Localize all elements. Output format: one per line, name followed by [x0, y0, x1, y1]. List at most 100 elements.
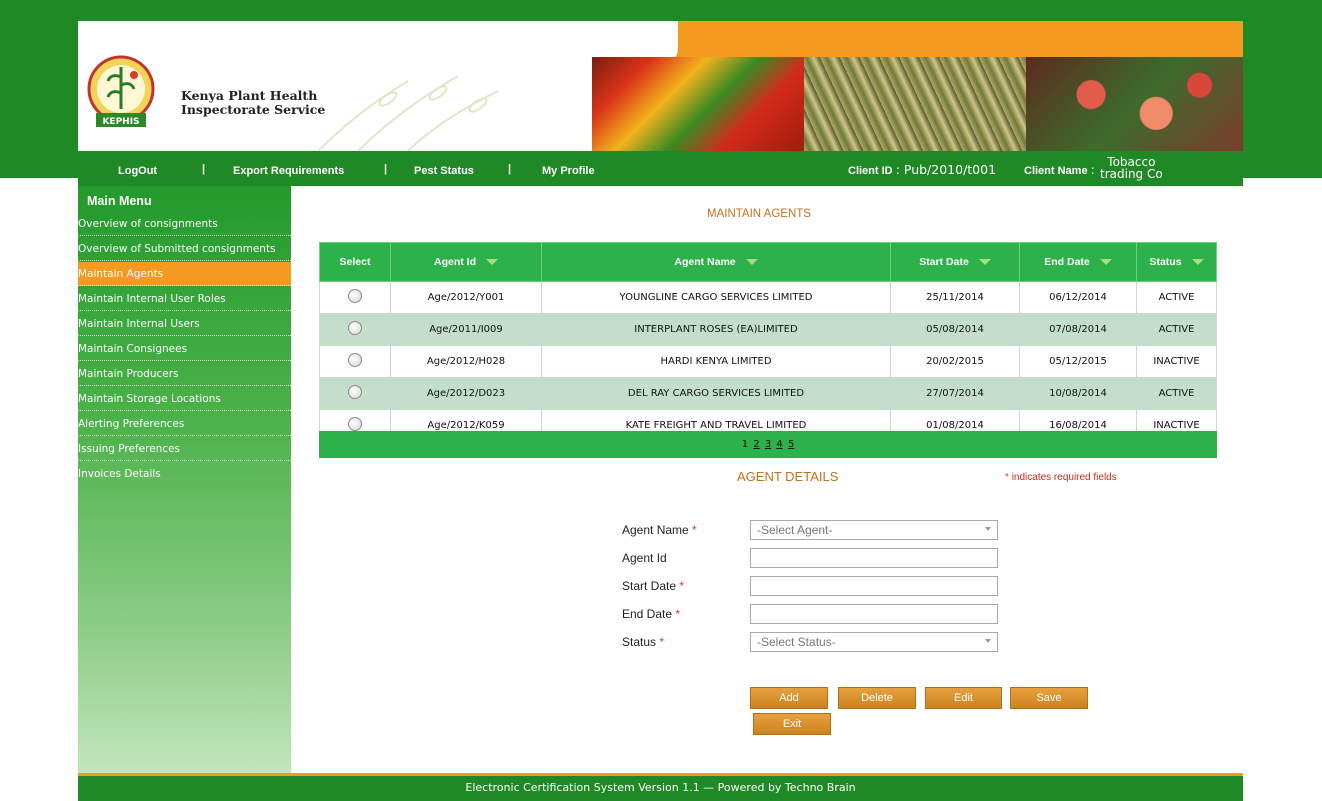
client-name-value: Tobacco trading Co [1100, 156, 1163, 180]
sidebar-item-consignees[interactable]: Maintain Consignees [78, 337, 291, 361]
row-select-radio[interactable] [348, 289, 362, 303]
agent-name-select[interactable]: -Select Agent- [750, 520, 998, 540]
start-date-field[interactable] [750, 576, 998, 596]
table-row[interactable]: Age/2011/I009 INTERPLANT ROSES (EA)LIMIT… [319, 313, 1217, 346]
top-nav: LogOut | Export Requirements | Pest Stat… [78, 151, 1243, 186]
wheat-watermark-icon [317, 75, 499, 151]
client-name-colon: : [1090, 162, 1095, 177]
required-note-text: indicates required fields [1011, 472, 1117, 483]
sort-arrow-icon [486, 259, 498, 266]
col-header-status[interactable]: Status [1136, 242, 1217, 282]
row-select-radio[interactable] [348, 385, 362, 399]
required-fields-note: * indicates required fields [1005, 472, 1117, 483]
nav-separator: | [384, 163, 388, 175]
col-header-select: Select [319, 242, 391, 282]
kephis-logo-icon: KEPHIS [87, 55, 155, 127]
client-id-value: : Pub/2010/t001 [895, 162, 997, 177]
table-row[interactable]: Age/2012/Y001 YOUNGLINE CARGO SERVICES L… [319, 281, 1217, 314]
end-date-cell: 05/12/2015 [1019, 345, 1137, 378]
dropdown-arrow-icon [985, 527, 991, 531]
status-cell: ACTIVE [1136, 281, 1217, 314]
sidebar-item-overview-submitted[interactable]: Overview of Submitted consignments [78, 237, 291, 261]
sidebar-item-maintain-agents[interactable]: Maintain Agents [78, 262, 291, 286]
row-select-cell [319, 313, 391, 346]
nav-export-requirements[interactable]: Export Requirements [233, 165, 344, 177]
agent-name-cell: YOUNGLINE CARGO SERVICES LIMITED [541, 281, 891, 314]
sort-arrow-icon [745, 259, 758, 266]
header-banner: KEPHIS Kenya Plant Health Inspectorate S… [78, 21, 1243, 151]
row-select-radio[interactable] [348, 353, 362, 367]
col-header-end-date[interactable]: End Date [1019, 242, 1137, 282]
sidebar-item-internal-users[interactable]: Maintain Internal Users [78, 312, 291, 336]
organization-name: Kenya Plant Health Inspectorate Service [181, 89, 325, 117]
agent-name-label: Agent Name * [622, 523, 697, 537]
col-header-end-date-label: End Date [1044, 256, 1090, 268]
edit-button[interactable]: Edit [925, 687, 1002, 709]
page-title: MAINTAIN AGENTS [707, 208, 811, 220]
nav-my-profile[interactable]: My Profile [542, 165, 595, 177]
required-star: * [659, 635, 665, 649]
start-date-cell: 20/02/2015 [890, 345, 1020, 378]
required-star: * [1005, 472, 1009, 483]
client-name-label-wrap: Client Name : [1024, 162, 1095, 177]
svg-text:KEPHIS: KEPHIS [102, 117, 139, 127]
delete-button[interactable]: Delete [838, 687, 916, 709]
agent-id-cell: Age/2011/I009 [390, 313, 542, 346]
page-link-2[interactable]: 2 [753, 439, 759, 450]
col-header-start-date[interactable]: Start Date [890, 242, 1020, 282]
add-button[interactable]: Add [750, 687, 828, 709]
client-id: Client ID : Pub/2010/t001 [848, 162, 996, 177]
nav-separator: | [508, 163, 512, 175]
page-link-1[interactable]: 1 [742, 439, 748, 450]
status-select[interactable]: -Select Status- [750, 632, 998, 652]
save-button[interactable]: Save [1010, 687, 1088, 709]
required-star: * [679, 579, 685, 593]
org-name-line2: Inspectorate Service [181, 102, 326, 117]
sort-arrow-icon [1191, 259, 1204, 266]
row-select-cell [319, 345, 391, 378]
sidebar-item-overview-consignments[interactable]: Overview of consignments [78, 212, 291, 236]
end-date-field[interactable] [750, 604, 998, 624]
page-link-3[interactable]: 3 [765, 439, 771, 450]
pagination: 1 2 3 4 5 [319, 431, 1217, 458]
row-select-radio[interactable] [348, 321, 362, 335]
start-date-cell: 25/11/2014 [890, 281, 1020, 314]
sort-arrow-icon [978, 259, 991, 266]
wheat-photo [804, 57, 1026, 151]
end-date-cell: 07/08/2014 [1019, 313, 1137, 346]
page-link-4[interactable]: 4 [776, 439, 782, 450]
nav-logout[interactable]: LogOut [118, 165, 157, 177]
agent-details-title: AGENT DETAILS [737, 469, 839, 484]
sidebar-item-internal-user-roles[interactable]: Maintain Internal User Roles [78, 287, 291, 311]
flowers-photo [1026, 57, 1243, 151]
agent-name-cell: DEL RAY CARGO SERVICES LIMITED [541, 377, 891, 410]
end-date-label: End Date * [622, 607, 680, 621]
sidebar-item-producers[interactable]: Maintain Producers [78, 362, 291, 386]
page-link-5[interactable]: 5 [788, 439, 794, 450]
status-cell: ACTIVE [1136, 313, 1217, 346]
col-header-agent-name-label: Agent Name [674, 256, 736, 268]
col-header-status-label: Status [1149, 256, 1182, 268]
table-row[interactable]: Age/2012/H028 HARDI KENYA LIMITED 20/02/… [319, 345, 1217, 378]
exit-button[interactable]: Exit [753, 713, 831, 735]
col-header-agent-id[interactable]: Agent Id [390, 242, 542, 282]
sidebar-item-issuing-preferences[interactable]: Issuing Preferences [78, 437, 291, 461]
agent-id-cell: Age/2012/D023 [390, 377, 542, 410]
agents-table: Select Agent Id Agent Name Start Date En… [319, 242, 1217, 442]
nav-pest-status[interactable]: Pest Status [414, 165, 474, 177]
table-row[interactable]: Age/2012/D023 DEL RAY CARGO SERVICES LIM… [319, 377, 1217, 410]
row-select-radio[interactable] [348, 417, 362, 431]
sidebar-item-storage-locations[interactable]: Maintain Storage Locations [78, 387, 291, 411]
end-date-label-text: End Date [622, 607, 673, 621]
sidebar-item-invoices-details[interactable]: Invoices Details [78, 462, 291, 486]
col-header-agent-name[interactable]: Agent Name [541, 242, 891, 282]
col-header-agent-id-label: Agent Id [434, 256, 476, 268]
start-date-label-text: Start Date [622, 579, 677, 593]
sidebar-item-alerting-preferences[interactable]: Alerting Preferences [78, 412, 291, 436]
status-cell: ACTIVE [1136, 377, 1217, 410]
agent-id-field[interactable] [750, 548, 998, 568]
agent-name-select-value: -Select Agent- [757, 523, 833, 537]
vegetables-photo [592, 57, 804, 151]
agent-name-cell: HARDI KENYA LIMITED [541, 345, 891, 378]
row-select-cell [319, 377, 391, 410]
